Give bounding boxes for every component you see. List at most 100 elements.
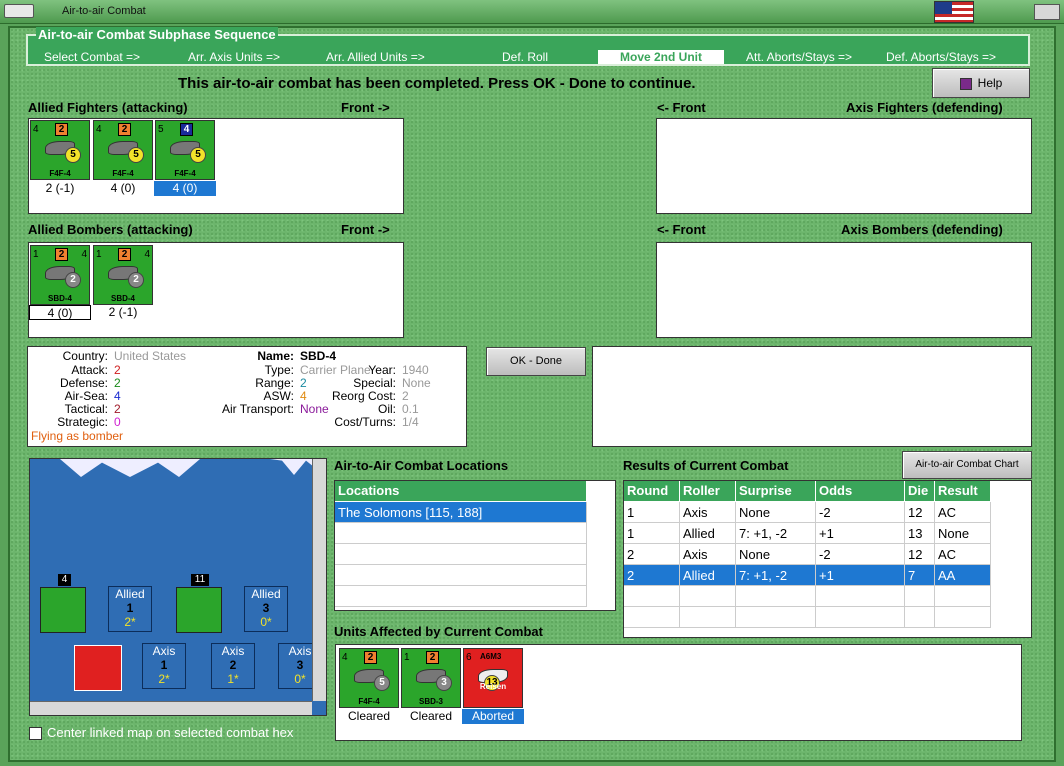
table-cell[interactable]: Allied	[680, 523, 736, 544]
help-label: Help	[977, 76, 1003, 90]
unit-status: Cleared	[409, 709, 453, 723]
unit-counter[interactable]: 4 2 5 F4F-4	[93, 120, 153, 180]
center-map-checkbox[interactable]	[29, 727, 42, 740]
oil-value: 0.1	[402, 402, 419, 416]
table-cell[interactable]: None	[736, 544, 816, 565]
table-cell[interactable]: Axis	[680, 544, 736, 565]
allied-bombers-label: Allied Bombers (attacking)	[28, 222, 193, 237]
unit-counter[interactable]: 5 4 5 F4F-4	[155, 120, 215, 180]
unit-status: Cleared	[347, 709, 391, 723]
unit-label: 2 (-1)	[45, 181, 75, 195]
unit-counter[interactable]: 1 2 3 SBD-3	[401, 648, 461, 708]
step-def-aborts: Def. Aborts/Stays =>	[886, 50, 997, 64]
table-cell	[935, 607, 991, 628]
book-icon	[959, 77, 972, 90]
unit-counter[interactable]: 4 2 5 F4F-4	[30, 120, 90, 180]
table-cell[interactable]: AC	[935, 544, 991, 565]
list-item	[335, 586, 587, 607]
year-label: Year:	[368, 363, 396, 377]
combat-chart-button[interactable]: Air-to-air Combat Chart	[902, 451, 1032, 479]
col-header: Surprise	[736, 481, 816, 501]
year-value: 1940	[402, 363, 429, 377]
results-table: Round Roller Surprise Odds Die Result 1A…	[623, 480, 1032, 638]
table-cell[interactable]: 7: +1, -2	[736, 523, 816, 544]
locations-header: Locations	[335, 481, 587, 501]
col-header: Result	[935, 481, 991, 501]
close-icon[interactable]	[1034, 4, 1060, 20]
front-right-label-2: Front ->	[341, 222, 390, 237]
costturns-value: 1/4	[402, 415, 419, 429]
table-cell[interactable]: 12	[905, 544, 935, 565]
table-cell[interactable]: 2	[624, 544, 680, 565]
flying-note: Flying as bomber	[31, 429, 124, 443]
table-cell[interactable]: -2	[816, 544, 905, 565]
unit-label: 2 (-1)	[108, 305, 138, 319]
table-cell[interactable]: 1	[624, 523, 680, 544]
map-counter[interactable]	[40, 587, 86, 633]
table-cell[interactable]: 2	[624, 565, 680, 586]
box-num: 2	[229, 658, 237, 672]
combat-map[interactable]: 4 11 Allied 1 2* Allied 3 0* Axis 1 2* A…	[29, 458, 327, 716]
axis-fighters-panel[interactable]	[656, 118, 1032, 214]
unit-counter[interactable]: 6 A6M3 13 Reisen	[463, 648, 523, 708]
list-item	[335, 544, 587, 565]
table-cell[interactable]: 7	[905, 565, 935, 586]
box-num: 1	[126, 601, 134, 615]
unit-info-panel: Country: United States Attack: 2 Defense…	[27, 346, 467, 447]
range-label: Range:	[255, 376, 294, 390]
step-move-2nd-unit: Move 2nd Unit	[598, 50, 725, 64]
tactical-label: Tactical:	[64, 402, 108, 416]
col-header: Roller	[680, 481, 736, 501]
defense-value: 2	[114, 376, 121, 390]
box-val: 0*	[260, 615, 272, 629]
axis-box-1[interactable]: Axis 1 2*	[142, 643, 186, 689]
table-cell[interactable]: AC	[935, 502, 991, 523]
table-cell	[624, 586, 680, 607]
list-item	[335, 523, 587, 544]
table-cell[interactable]: 13	[905, 523, 935, 544]
table-cell[interactable]: None	[736, 502, 816, 523]
combat-log-panel	[592, 346, 1032, 447]
affected-title: Units Affected by Current Combat	[334, 624, 543, 639]
vertical-scrollbar[interactable]	[312, 459, 326, 701]
box-side: Axis	[221, 644, 245, 658]
name-value: SBD-4	[300, 349, 337, 363]
axis-box-2[interactable]: Axis 2 1*	[211, 643, 255, 689]
map-counter[interactable]	[74, 645, 122, 691]
table-cell[interactable]: +1	[816, 523, 905, 544]
axis-bombers-panel[interactable]	[656, 242, 1032, 338]
oil-label: Oil:	[378, 402, 396, 416]
table-cell[interactable]: None	[935, 523, 991, 544]
table-cell[interactable]: +1	[816, 565, 905, 586]
locations-list: Locations The Solomons [115, 188]	[334, 480, 616, 611]
country-value: United States	[114, 349, 187, 363]
box-val: 1*	[227, 672, 239, 686]
unit-counter[interactable]: 1 4 2 2 SBD-4	[30, 245, 90, 305]
box-side: Axis	[152, 644, 176, 658]
step-def-roll: Def. Roll	[502, 50, 549, 64]
table-cell[interactable]: 1	[624, 502, 680, 523]
table-cell[interactable]: AA	[935, 565, 991, 586]
attack-label: Attack:	[71, 363, 108, 377]
center-map-label: Center linked map on selected combat hex	[47, 725, 294, 740]
table-cell[interactable]: -2	[816, 502, 905, 523]
table-cell[interactable]: Axis	[680, 502, 736, 523]
table-cell[interactable]: 12	[905, 502, 935, 523]
unit-status: Aborted	[462, 709, 524, 724]
defense-label: Defense:	[59, 376, 108, 390]
front-right-label-1: Front ->	[341, 100, 390, 115]
allied-box-1[interactable]: Allied 1 2*	[108, 586, 152, 632]
unit-counter[interactable]: 1 4 2 2 SBD-4	[93, 245, 153, 305]
table-cell[interactable]: Allied	[680, 565, 736, 586]
stack-count: 4	[58, 574, 71, 586]
minimize-icon[interactable]	[4, 4, 34, 18]
help-button[interactable]: Help	[932, 68, 1030, 98]
unit-counter[interactable]: 4 2 5 F4F-4	[339, 648, 399, 708]
ok-done-button[interactable]: OK - Done	[486, 347, 586, 376]
location-item[interactable]: The Solomons [115, 188]	[335, 502, 587, 523]
horizontal-scrollbar[interactable]	[30, 701, 312, 715]
map-counter[interactable]	[176, 587, 222, 633]
table-cell[interactable]: 7: +1, -2	[736, 565, 816, 586]
allied-box-3[interactable]: Allied 3 0*	[244, 586, 288, 632]
strategic-label: Strategic:	[57, 415, 108, 429]
